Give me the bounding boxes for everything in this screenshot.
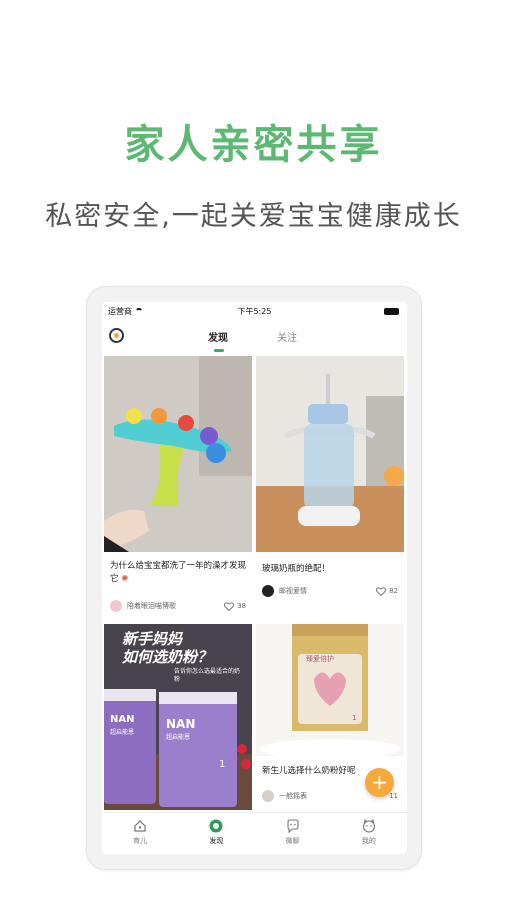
carrier-label: 运营商 <box>108 306 132 316</box>
heart-icon <box>376 586 387 596</box>
bottom-tab-chat[interactable]: 微聊 <box>255 813 331 854</box>
app-screen: 运营商 下午5:25 发现 关注 为什么给宝宝都洗了一年的澡才发现它 ✺ 陪着眼… <box>102 302 407 854</box>
like-count: 82 <box>389 587 398 595</box>
author-name[interactable]: 邮视爱情 <box>279 586 376 596</box>
status-time: 下午5:25 <box>237 306 272 316</box>
bottom-tab-label: 发现 <box>209 837 224 845</box>
bottom-tab-label: 我的 <box>361 837 376 845</box>
product-label: NAN <box>166 717 196 731</box>
home-icon <box>134 820 146 832</box>
post-meta: 陪着眼泪喵博歌 38 <box>110 599 246 613</box>
battery-icon <box>384 308 399 315</box>
wifi-icon <box>135 308 143 314</box>
product-label: NAN <box>110 714 135 725</box>
camera-button[interactable] <box>109 328 124 343</box>
tab-follow[interactable]: 关注 <box>277 329 297 344</box>
tab-indicator <box>214 349 224 352</box>
chat-icon <box>287 819 299 833</box>
like-button[interactable]: 38 <box>224 601 246 611</box>
product-sub-label: 超启能恩 <box>166 734 191 741</box>
stage-label: 1 <box>219 759 226 770</box>
bottom-tab-discover[interactable]: 发现 <box>178 813 254 854</box>
stage-label: 1 <box>352 714 357 722</box>
post-image-formula-can <box>256 624 404 756</box>
image-caption: 告诉你怎么选最适合的奶粉 <box>174 668 241 683</box>
like-count: 11 <box>389 792 398 800</box>
bottom-tab-label: 微聊 <box>285 837 300 845</box>
discover-icon <box>209 819 223 833</box>
bottom-tab-profile[interactable]: 我的 <box>331 813 407 854</box>
tab-discover[interactable]: 发现 <box>208 329 228 344</box>
like-button[interactable]: 11 <box>389 792 398 800</box>
product-sub-label: 超启能恩 <box>110 729 135 736</box>
feed-card[interactable]: 新手妈妈 如何选奶粉？ 告诉你怎么选最适合的奶粉 NAN 超启能恩 NAN 超启… <box>104 624 252 810</box>
avatar[interactable] <box>262 585 274 597</box>
post-image-toy <box>104 356 252 552</box>
avatar[interactable] <box>262 790 274 802</box>
profile-icon <box>362 819 375 833</box>
feed-card[interactable]: 玻璃奶瓶的绝配！ 邮视爱情 82 <box>256 356 404 618</box>
hero-subtitle: 私密安全,一起关爱宝宝健康成长 <box>45 201 462 232</box>
feed-card[interactable]: 为什么给宝宝都洗了一年的澡才发现它 ✺ 陪着眼泪喵博歌 38 <box>104 356 252 618</box>
bottom-tab-label: 育儿 <box>133 837 148 845</box>
post-image-bottle <box>256 356 404 552</box>
post-title: 玻璃奶瓶的绝配！ <box>262 564 331 574</box>
product-label: 臻爱倍护 <box>306 655 334 663</box>
heart-icon <box>224 601 235 611</box>
author-name[interactable]: 陪着眼泪喵博歌 <box>127 601 224 611</box>
like-count: 38 <box>237 602 246 610</box>
image-text-headline: 新手妈妈 如何选奶粉？ <box>122 630 213 666</box>
camera-icon <box>114 333 119 338</box>
hero-title: 家人亲密共享 <box>124 122 383 168</box>
bottom-tab-bar: 育儿 发现 微聊 我的 <box>102 812 407 854</box>
status-bar: 运营商 下午5:25 <box>102 302 407 320</box>
like-button[interactable]: 82 <box>376 586 398 596</box>
avatar[interactable] <box>110 600 122 612</box>
add-post-button[interactable]: + <box>365 768 394 797</box>
sparkle-emoji-icon: ✺ <box>121 574 129 584</box>
top-nav: 发现 关注 <box>102 320 407 354</box>
post-meta: 邮视爱情 82 <box>262 584 398 598</box>
bottom-tab-parenting[interactable]: 育儿 <box>102 813 178 854</box>
post-title: 为什么给宝宝都洗了一年的澡才发现它 ✺ <box>110 561 247 584</box>
